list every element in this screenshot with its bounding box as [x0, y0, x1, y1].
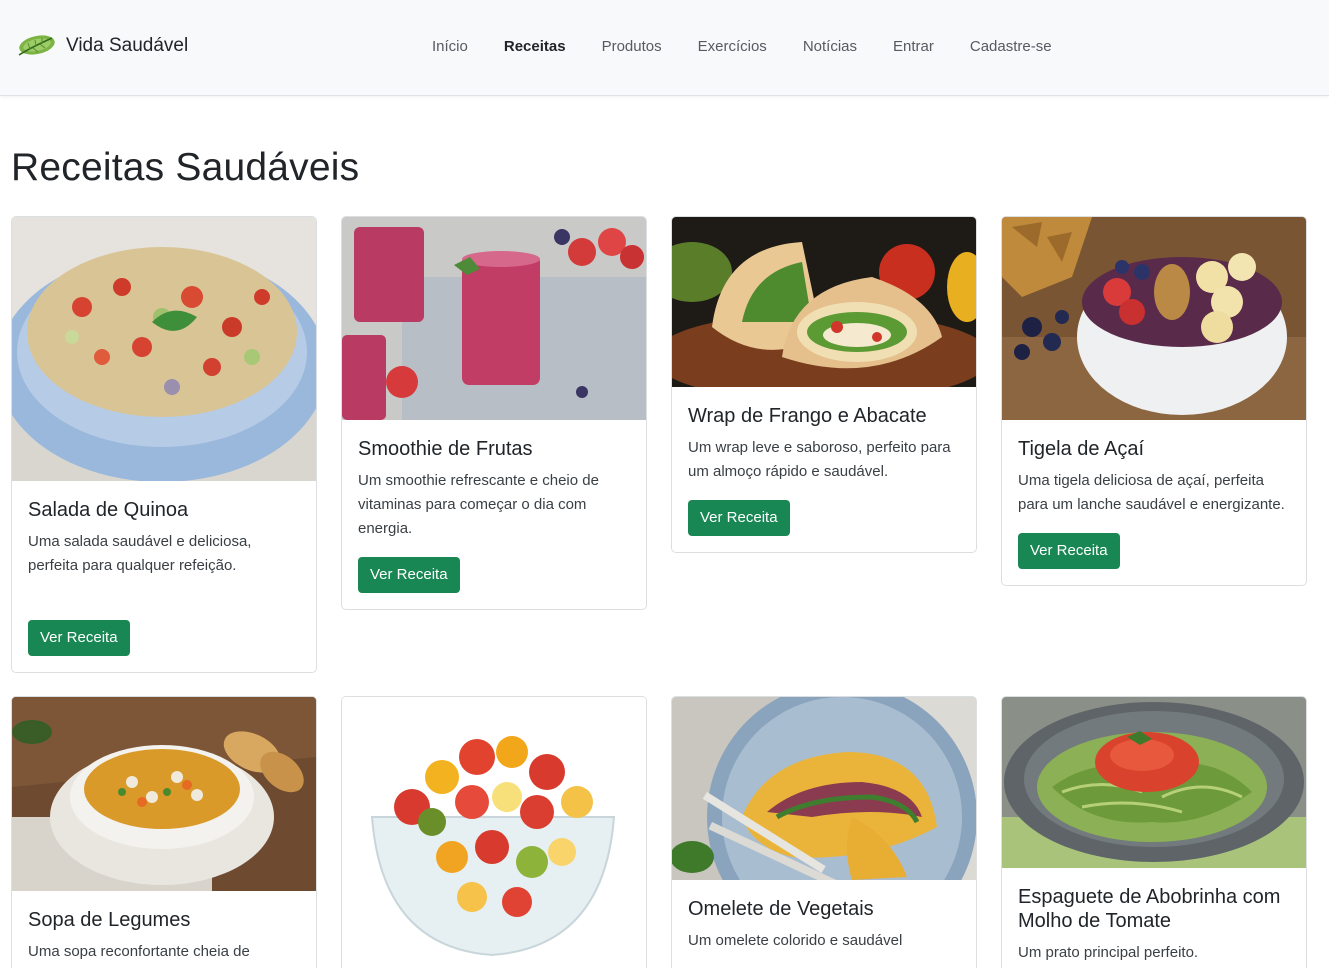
navbar: Vida Saudável Início Receitas Produtos E… — [0, 0, 1329, 96]
chicken-wrap-image — [672, 217, 976, 387]
recipe-description: Uma salada saudável e deliciosa, perfeit… — [28, 533, 252, 574]
recipe-title: Salada de Quinoa — [28, 499, 189, 521]
fruit-salad-image — [342, 697, 646, 968]
leaf-icon — [18, 35, 55, 56]
recipe-description: Um omelete colorido e saudável — [688, 932, 903, 949]
recipe-title: Tigela de Açaí — [1018, 438, 1145, 460]
view-recipe-button[interactable]: Ver Receita — [688, 500, 790, 536]
nav-item-exercicios[interactable]: Exercícios — [680, 34, 785, 59]
page-title: Receitas Saudáveis — [11, 146, 360, 189]
vegetable-soup-image — [12, 697, 316, 891]
vegetable-omelet-image — [672, 697, 976, 880]
recipe-card: Espaguete de Abobrinha com Molho de Toma… — [1001, 696, 1307, 968]
recipe-description: Uma tigela deliciosa de açaí, perfeita p… — [1018, 472, 1285, 513]
brand-name: Vida Saudável — [66, 35, 189, 56]
quinoa-salad-image — [12, 217, 316, 481]
acai-bowl-image — [1002, 217, 1306, 420]
nav-item-inicio[interactable]: Início — [414, 34, 486, 59]
nav-item-noticias[interactable]: Notícias — [785, 34, 875, 59]
recipe-title: Smoothie de Frutas — [358, 438, 533, 460]
recipe-title: Wrap de Frango e Abacate — [688, 405, 927, 427]
recipe-title: Espaguete de Abobrinha com Molho de Toma… — [1018, 886, 1281, 932]
recipe-card: Salada de Quinoa Uma salada saudável e d… — [11, 216, 317, 673]
view-recipe-button[interactable]: Ver Receita — [1018, 533, 1120, 569]
recipe-title: Sopa de Legumes — [28, 909, 191, 931]
recipe-card: Smoothie de Frutas Um smoothie refrescan… — [341, 216, 647, 610]
nav-item-receitas[interactable]: Receitas — [486, 34, 584, 59]
recipe-description: Um prato principal perfeito. — [1018, 944, 1199, 961]
recipe-card: Sopa de Legumes Uma sopa reconfortante c… — [11, 696, 317, 968]
recipe-description: Uma sopa reconfortante cheia de — [28, 943, 250, 960]
zucchini-spaghetti-image — [1002, 697, 1306, 868]
recipe-card — [341, 696, 647, 968]
recipe-title: Omelete de Vegetais — [688, 898, 874, 920]
recipe-card: Omelete de Vegetais Um omelete colorido … — [671, 696, 977, 968]
nav-item-cadastre-se[interactable]: Cadastre-se — [952, 34, 1070, 59]
recipe-description: Um wrap leve e saboroso, perfeito para u… — [688, 439, 951, 480]
view-recipe-button[interactable]: Ver Receita — [28, 620, 130, 656]
brand-link[interactable]: Vida Saudável — [16, 30, 188, 62]
recipe-description: Um smoothie refrescante e cheio de vitam… — [358, 472, 599, 537]
nav-menu: Início Receitas Produtos Exercícios Notí… — [414, 34, 1070, 59]
recipe-card: Wrap de Frango e Abacate Um wrap leve e … — [671, 216, 977, 553]
berry-smoothie-image — [342, 217, 646, 420]
view-recipe-button[interactable]: Ver Receita — [358, 557, 460, 593]
recipe-card: Tigela de Açaí Uma tigela deliciosa de a… — [1001, 216, 1307, 586]
nav-item-produtos[interactable]: Produtos — [584, 34, 680, 59]
nav-item-entrar[interactable]: Entrar — [875, 34, 952, 59]
